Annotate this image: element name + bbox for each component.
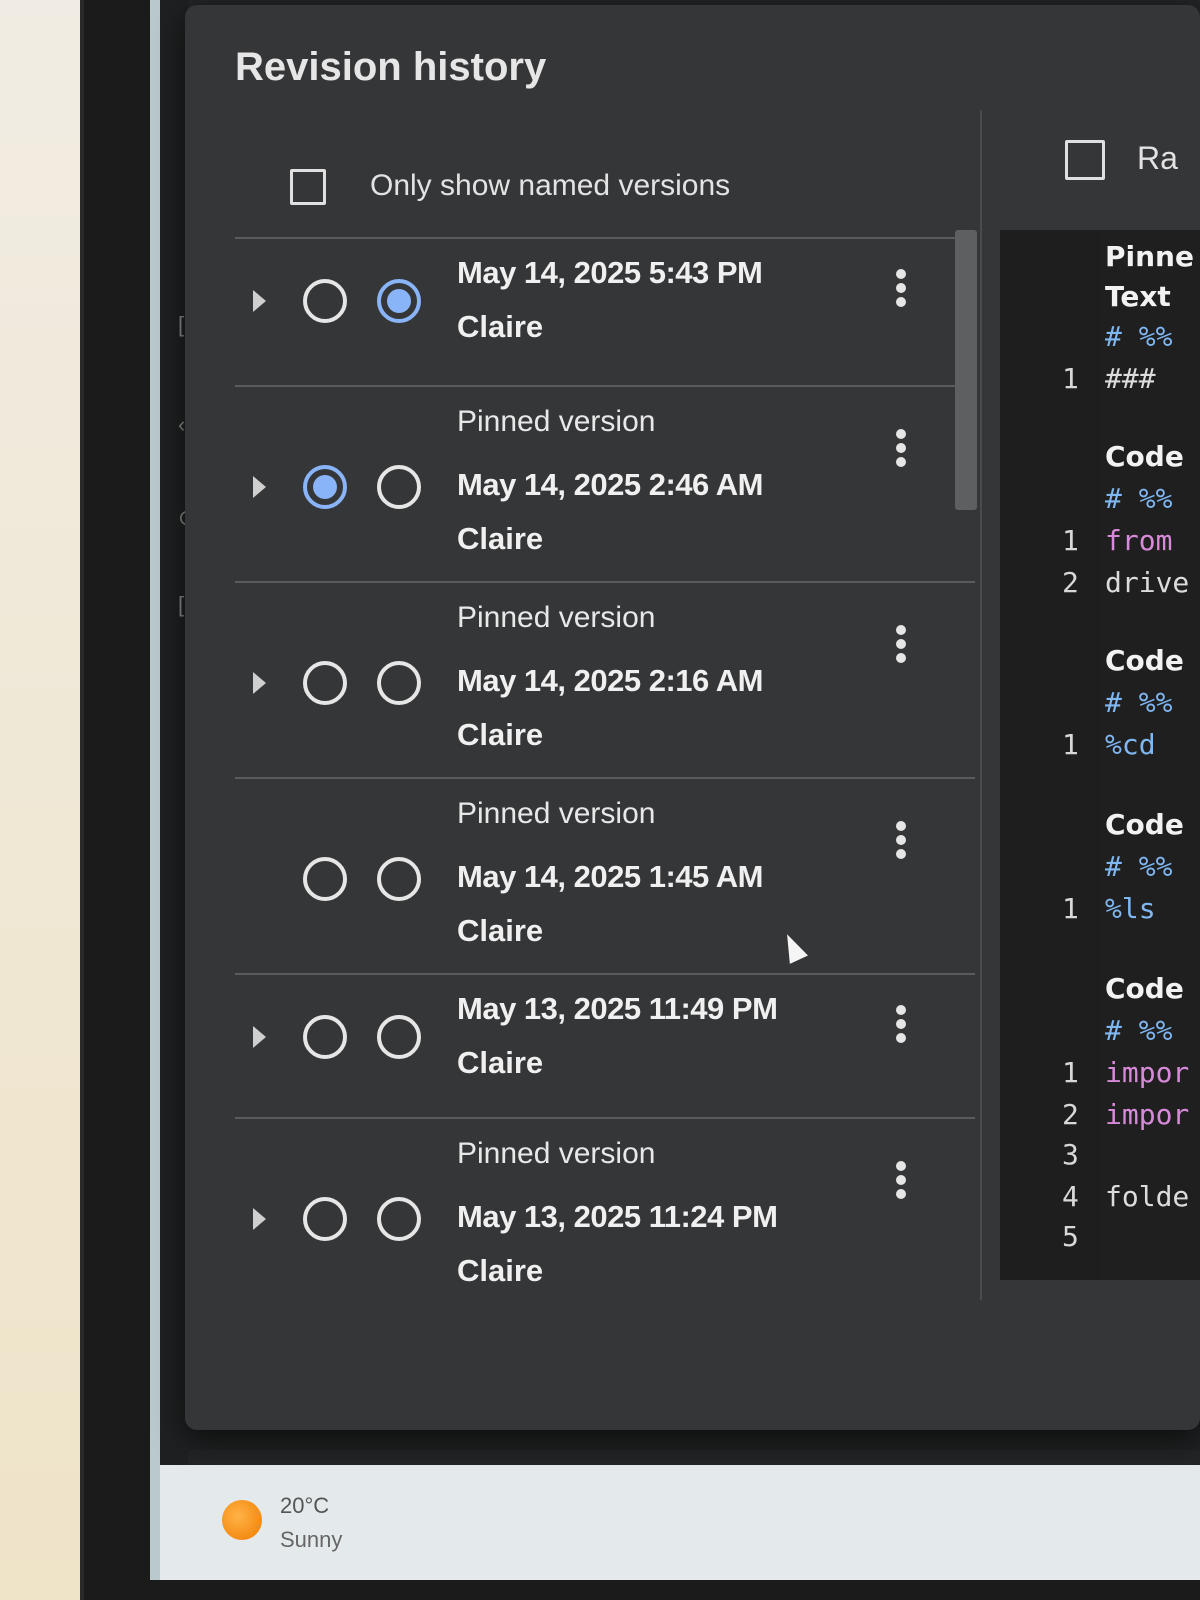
more-options-icon[interactable] xyxy=(895,821,907,861)
revision-row[interactable]: May 14, 2025 5:43 PM Claire xyxy=(235,239,975,387)
compare-to-radio[interactable] xyxy=(377,1015,421,1059)
more-options-icon[interactable] xyxy=(895,429,907,469)
cell-header: Text xyxy=(1105,280,1171,313)
bracket-icon[interactable]: [ xyxy=(178,312,184,338)
cell-header: Code xyxy=(1105,440,1184,473)
pinned-label: Pinned version xyxy=(457,405,656,438)
expand-arrow-icon[interactable] xyxy=(253,290,266,312)
compare-from-radio[interactable] xyxy=(303,465,347,509)
revision-date: May 14, 2025 2:16 AM xyxy=(457,663,763,698)
compare-from-radio[interactable] xyxy=(303,857,347,901)
revision-date: May 14, 2025 1:45 AM xyxy=(457,859,763,894)
ide-side-toolbar: ⋮ [ ‹ ⊙ [ xyxy=(160,0,200,1465)
line-number: 3 xyxy=(1062,1138,1079,1171)
pinned-label: Pinned version xyxy=(457,1137,656,1170)
code-line: impor xyxy=(1105,1056,1190,1089)
cell-header: Code xyxy=(1105,808,1184,841)
revision-date: May 13, 2025 11:24 PM xyxy=(457,1199,778,1234)
code-line: drive xyxy=(1105,566,1190,599)
named-versions-label[interactable]: Only show named versions xyxy=(370,169,730,203)
code-preview-pane: Pinne Text # %% 1 ### Code # %% 1 from 2 drive Code… xyxy=(1000,230,1200,1280)
revision-date: May 13, 2025 11:49 PM xyxy=(457,991,778,1026)
dialog-title: Revision history xyxy=(235,45,547,89)
more-options-icon[interactable] xyxy=(895,1161,907,1201)
weather-description[interactable]: Sunny xyxy=(280,1527,342,1553)
code-line: # %% xyxy=(1105,1014,1173,1047)
line-number: 1 xyxy=(1062,524,1079,557)
named-versions-checkbox[interactable] xyxy=(290,169,326,205)
code-line: # %% xyxy=(1105,686,1173,719)
revision-row[interactable]: Pinned version May 13, 2025 11:24 PM Clair… xyxy=(235,1119,975,1289)
cell-header: Pinne xyxy=(1105,240,1194,273)
revision-date: May 14, 2025 5:43 PM xyxy=(457,255,763,290)
revision-author: Claire xyxy=(457,521,544,556)
pinned-label: Pinned version xyxy=(457,601,656,634)
cell-header: Code xyxy=(1105,644,1184,677)
code-line: impor xyxy=(1105,1098,1190,1131)
compare-from-radio[interactable] xyxy=(303,661,347,705)
compare-from-radio[interactable] xyxy=(303,1015,347,1059)
revision-date: May 14, 2025 2:46 AM xyxy=(457,467,763,502)
compare-from-radio[interactable] xyxy=(303,1197,347,1241)
compare-to-radio[interactable] xyxy=(377,465,421,509)
compare-to-radio[interactable] xyxy=(377,279,421,323)
expand-arrow-icon[interactable] xyxy=(253,476,266,498)
compare-to-radio[interactable] xyxy=(377,661,421,705)
code-line: # %% xyxy=(1105,482,1173,515)
code-line: # %% xyxy=(1105,850,1173,883)
revision-author: Claire xyxy=(457,913,544,948)
raw-source-checkbox[interactable] xyxy=(1065,140,1105,180)
pinned-label: Pinned version xyxy=(457,797,656,830)
pane-divider xyxy=(980,110,982,1300)
code-line: from xyxy=(1105,524,1173,557)
compare-to-radio[interactable] xyxy=(377,857,421,901)
revision-author: Claire xyxy=(457,1253,544,1288)
line-number: 1 xyxy=(1062,892,1079,925)
code-line: ### xyxy=(1105,362,1156,395)
revision-row[interactable]: May 13, 2025 11:49 PM Claire xyxy=(235,975,975,1119)
revision-author: Claire xyxy=(457,309,544,344)
compare-from-radio[interactable] xyxy=(303,279,347,323)
more-options-icon[interactable] xyxy=(895,1005,907,1045)
expand-arrow-icon[interactable] xyxy=(253,1208,266,1230)
code-line: %ls xyxy=(1105,892,1156,925)
line-number: 1 xyxy=(1062,362,1079,395)
cell-header: Code xyxy=(1105,972,1184,1005)
more-options-icon[interactable] xyxy=(895,625,907,665)
code-line: # %% xyxy=(1105,320,1173,353)
code-line: %cd xyxy=(1105,728,1156,761)
list-scrollbar[interactable] xyxy=(955,230,977,510)
revision-row[interactable]: Pinned version May 14, 2025 2:46 AM Claire xyxy=(235,387,975,583)
line-number: 2 xyxy=(1062,566,1079,599)
line-number-gutter xyxy=(1000,230,1100,1280)
more-options-icon[interactable] xyxy=(895,269,907,309)
line-number: 2 xyxy=(1062,1098,1079,1131)
revision-list: May 14, 2025 5:43 PM Claire Pinned version… xyxy=(185,239,975,1289)
raw-source-label[interactable]: Ra xyxy=(1137,140,1178,177)
revision-row[interactable]: Pinned version May 14, 2025 1:45 AM Claire xyxy=(235,779,975,975)
sun-icon[interactable] xyxy=(222,1500,262,1540)
line-number: 5 xyxy=(1062,1220,1079,1253)
revision-row[interactable]: Pinned version May 14, 2025 2:16 AM Claire xyxy=(235,583,975,779)
expand-arrow-icon[interactable] xyxy=(253,672,266,694)
revision-author: Claire xyxy=(457,1045,544,1080)
revision-author: Claire xyxy=(457,717,544,752)
line-number: 1 xyxy=(1062,1056,1079,1089)
line-number: 4 xyxy=(1062,1180,1079,1213)
compare-to-radio[interactable] xyxy=(377,1197,421,1241)
revision-history-dialog: Revision history Only show named version… xyxy=(185,5,1200,1430)
expand-arrow-icon[interactable] xyxy=(253,1026,266,1048)
taskbar: 20°C Sunny xyxy=(160,1465,1200,1580)
code-line: folde xyxy=(1105,1180,1190,1213)
line-number: 1 xyxy=(1062,728,1079,761)
folder-icon[interactable]: [ xyxy=(178,592,184,618)
weather-temperature[interactable]: 20°C xyxy=(280,1493,329,1519)
